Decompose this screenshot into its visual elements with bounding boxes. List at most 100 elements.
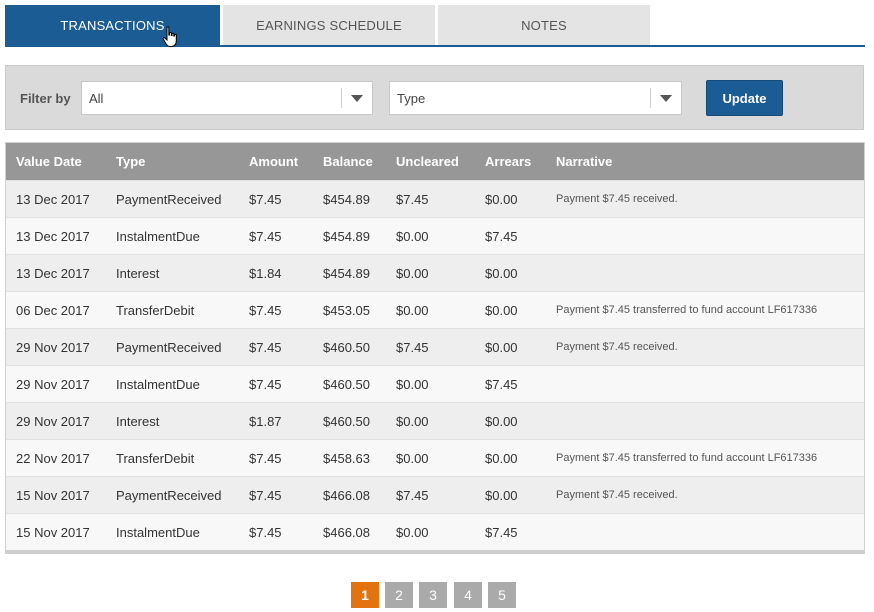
cell-value-date: 15 Nov 2017 xyxy=(16,525,90,540)
cell-value-date: 13 Dec 2017 xyxy=(16,266,90,281)
page-button-4[interactable]: 4 xyxy=(454,582,482,608)
cell-balance: $458.63 xyxy=(323,451,370,466)
cell-value-date: 15 Nov 2017 xyxy=(16,488,90,503)
table-row[interactable]: 13 Dec 2017 PaymentReceived $7.45 $454.8… xyxy=(6,180,864,217)
cell-amount: $7.45 xyxy=(249,488,282,503)
column-header-amount[interactable]: Amount xyxy=(249,154,298,169)
update-button-label: Update xyxy=(722,90,767,106)
cell-uncleared: $0.00 xyxy=(396,303,429,318)
cell-amount: $7.45 xyxy=(249,229,282,244)
tab-label: EARNINGS SCHEDULE xyxy=(256,17,402,33)
cell-type: Interest xyxy=(116,414,160,429)
table-row[interactable]: 29 Nov 2017 PaymentReceived $7.45 $460.5… xyxy=(6,328,864,365)
cell-amount: $7.45 xyxy=(249,525,282,540)
cell-amount: $1.84 xyxy=(249,266,282,281)
cell-uncleared: $0.00 xyxy=(396,451,429,466)
filter-select-type[interactable]: Type xyxy=(389,81,682,115)
cell-uncleared: $7.45 xyxy=(396,488,429,503)
select-value: Type xyxy=(397,91,426,106)
cell-amount: $7.45 xyxy=(249,340,282,355)
cell-arrears: $7.45 xyxy=(485,377,518,392)
page-button-5[interactable]: 5 xyxy=(488,582,516,608)
cell-balance: $460.50 xyxy=(323,340,370,355)
cell-type: InstalmentDue xyxy=(116,377,200,392)
cell-value-date: 13 Dec 2017 xyxy=(16,192,90,207)
page-button-3[interactable]: 3 xyxy=(419,582,447,608)
cell-arrears: $0.00 xyxy=(485,414,518,429)
cell-arrears: $0.00 xyxy=(485,488,518,503)
cell-narrative: Payment $7.45 transferred to fund accoun… xyxy=(556,452,818,464)
page-button-1[interactable]: 1 xyxy=(351,582,379,608)
cell-value-date: 13 Dec 2017 xyxy=(16,229,90,244)
cell-arrears: $7.45 xyxy=(485,229,518,244)
tab-notes[interactable]: NOTES xyxy=(438,5,650,45)
table-row[interactable]: 29 Nov 2017 InstalmentDue $7.45 $460.50 … xyxy=(6,365,864,402)
cell-amount: $7.45 xyxy=(249,303,282,318)
cell-uncleared: $0.00 xyxy=(396,266,429,281)
cell-type: PaymentReceived xyxy=(116,340,222,355)
transactions-table: Value Date Type Amount Balance Uncleared… xyxy=(5,142,865,554)
table-row[interactable]: 15 Nov 2017 InstalmentDue $7.45 $466.08 … xyxy=(6,513,864,550)
cell-amount: $7.45 xyxy=(249,192,282,207)
chevron-down-icon xyxy=(660,95,672,102)
page-button-2[interactable]: 2 xyxy=(385,582,413,608)
cell-arrears: $0.00 xyxy=(485,451,518,466)
cell-amount: $7.45 xyxy=(249,451,282,466)
table-row[interactable]: 06 Dec 2017 TransferDebit $7.45 $453.05 … xyxy=(6,291,864,328)
cell-balance: $454.89 xyxy=(323,229,370,244)
update-button[interactable]: Update xyxy=(706,80,783,116)
cell-type: Interest xyxy=(116,266,160,281)
cell-arrears: $0.00 xyxy=(485,266,518,281)
table-row[interactable]: 15 Nov 2017 PaymentReceived $7.45 $466.0… xyxy=(6,476,864,513)
cell-balance: $454.89 xyxy=(323,192,370,207)
cell-value-date: 29 Nov 2017 xyxy=(16,414,90,429)
cell-uncleared: $7.45 xyxy=(396,340,429,355)
cell-arrears: $7.45 xyxy=(485,525,518,540)
cell-uncleared: $0.00 xyxy=(396,525,429,540)
cell-arrears: $0.00 xyxy=(485,303,518,318)
select-value: All xyxy=(89,91,104,106)
cell-value-date: 22 Nov 2017 xyxy=(16,451,90,466)
filter-select-all[interactable]: All xyxy=(81,81,373,115)
cell-amount: $1.87 xyxy=(249,414,282,429)
cell-balance: $453.05 xyxy=(323,303,370,318)
tab-transactions[interactable]: TRANSACTIONS xyxy=(5,5,220,45)
column-header-uncleared[interactable]: Uncleared xyxy=(396,154,459,169)
column-header-balance[interactable]: Balance xyxy=(323,154,373,169)
tab-underline xyxy=(5,45,865,47)
select-divider xyxy=(341,88,342,108)
tab-earnings-schedule[interactable]: EARNINGS SCHEDULE xyxy=(223,5,435,45)
cell-uncleared: $0.00 xyxy=(396,229,429,244)
cell-narrative: Payment $7.45 received. xyxy=(556,489,678,501)
column-header-value-date[interactable]: Value Date xyxy=(16,154,82,169)
cell-amount: $7.45 xyxy=(249,377,282,392)
cell-type: TransferDebit xyxy=(116,303,195,318)
cell-type: PaymentReceived xyxy=(116,488,222,503)
cell-type: InstalmentDue xyxy=(116,525,200,540)
filter-bar: Filter by All Type Update xyxy=(5,65,864,130)
cell-arrears: $0.00 xyxy=(485,192,518,207)
cell-balance: $454.89 xyxy=(323,266,370,281)
cell-type: PaymentReceived xyxy=(116,192,222,207)
column-header-narrative[interactable]: Narrative xyxy=(556,154,612,169)
cell-balance: $466.08 xyxy=(323,525,370,540)
cell-balance: $460.50 xyxy=(323,414,370,429)
tab-label: TRANSACTIONS xyxy=(60,17,165,33)
cell-type: InstalmentDue xyxy=(116,229,200,244)
cell-uncleared: $0.00 xyxy=(396,377,429,392)
cell-narrative: Payment $7.45 received. xyxy=(556,341,678,353)
table-row[interactable]: 22 Nov 2017 TransferDebit $7.45 $458.63 … xyxy=(6,439,864,476)
column-header-arrears[interactable]: Arrears xyxy=(485,154,531,169)
filter-label: Filter by xyxy=(20,91,71,106)
chevron-down-icon xyxy=(351,95,363,102)
table-row[interactable]: 29 Nov 2017 Interest $1.87 $460.50 $0.00… xyxy=(6,402,864,439)
cell-value-date: 06 Dec 2017 xyxy=(16,303,90,318)
column-header-type[interactable]: Type xyxy=(116,154,145,169)
cell-narrative: Payment $7.45 transferred to fund accoun… xyxy=(556,304,818,316)
table-row[interactable]: 13 Dec 2017 InstalmentDue $7.45 $454.89 … xyxy=(6,217,864,254)
cell-balance: $460.50 xyxy=(323,377,370,392)
table-row[interactable]: 13 Dec 2017 Interest $1.84 $454.89 $0.00… xyxy=(6,254,864,291)
cell-arrears: $0.00 xyxy=(485,340,518,355)
table-header: Value Date Type Amount Balance Uncleared… xyxy=(6,143,864,180)
tab-label: NOTES xyxy=(521,17,567,33)
